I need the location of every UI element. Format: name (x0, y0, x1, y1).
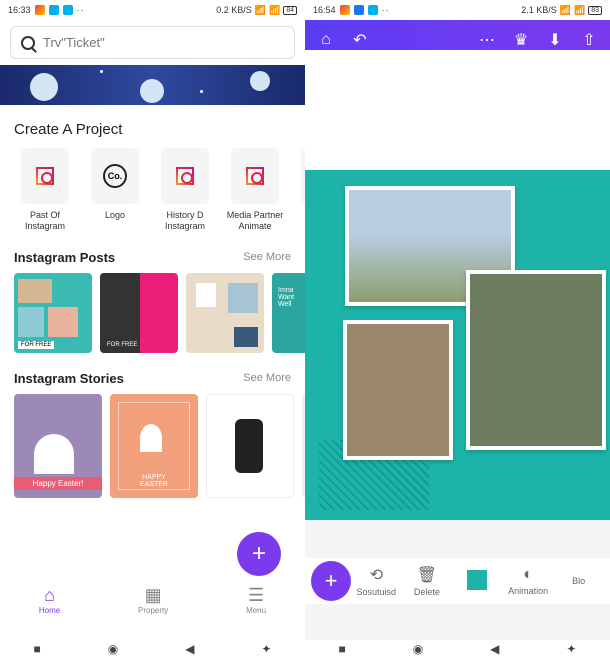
replace-tool[interactable]: ⟲ Sosutuisd (351, 565, 402, 597)
plus-icon: + (252, 540, 266, 568)
editor-screen: 16:54 ·· 2.1 KB/S 📶 📶 83 ⌂ ↶ ⋯ ♛ ⬇ ⇧ (305, 0, 610, 640)
create-fab[interactable]: + (237, 532, 281, 576)
template-card[interactable]: FOR FREE (100, 273, 178, 353)
see-more-stories[interactable]: See More (243, 372, 291, 384)
battery-indicator: 84 (283, 6, 297, 15)
more-options-button[interactable]: ⋯ (478, 31, 496, 49)
back-button[interactable]: ◀ (185, 642, 194, 656)
posts-templates-row[interactable]: FOR FREE FOR FREE Imna Want Well (0, 273, 305, 353)
design-canvas[interactable] (305, 170, 610, 520)
status-bar: 16:33 ·· 0.2 KB/S 📶 📶 84 (0, 0, 305, 20)
promo-banner[interactable] (0, 65, 305, 105)
status-time: 16:54 (313, 5, 336, 15)
search-bar[interactable] (10, 26, 295, 59)
facebook-icon (354, 5, 364, 15)
signal-icon: 📶 (255, 5, 266, 16)
plus-icon: + (325, 568, 338, 594)
free-tag: FOR FREE (104, 341, 140, 349)
wifi-icon: 📶 (269, 5, 280, 16)
download-button[interactable]: ⬇ (546, 31, 564, 49)
photo-element-3[interactable] (343, 320, 453, 460)
stories-templates-row[interactable]: Happy Easter! HAPPY EASTER (0, 394, 305, 498)
replace-icon: ⟲ (351, 565, 402, 585)
undo-button[interactable]: ↶ (351, 31, 369, 49)
gmail-icon (35, 5, 45, 15)
app-icon (63, 5, 73, 15)
project-more[interactable]: P (294, 148, 305, 232)
template-card[interactable]: Happy Easter! (14, 394, 102, 498)
grid-icon: ▦ (138, 585, 168, 606)
network-speed: 0.2 KB/S (216, 5, 252, 15)
project-animated[interactable]: Media Partner Animate (224, 148, 286, 232)
wifi-icon: 📶 (574, 5, 585, 16)
battery-indicator: 83 (588, 6, 602, 15)
gmail-icon (340, 5, 350, 15)
animation-icon: ◐ (503, 566, 554, 584)
color-swatch (467, 570, 487, 590)
home-icon: ⌂ (39, 585, 60, 606)
logo-icon: Co. (103, 164, 127, 188)
free-tag: FOR FREE (18, 341, 54, 349)
easter-label: Happy Easter! (14, 477, 102, 490)
bottom-nav: ⌂ Home ▦ Property ☰ Menu (0, 578, 305, 622)
easter-label: HAPPY EASTER (110, 474, 198, 488)
system-nav: ■ ◉ ◀ ✦ ■ ◉ ◀ ✦ (0, 640, 610, 658)
status-time: 16:33 (8, 5, 31, 15)
create-project-title: Create A Project (14, 121, 291, 138)
back-button[interactable]: ◀ (490, 642, 499, 656)
instagram-icon (246, 167, 264, 185)
template-card[interactable]: HAPPY EASTER (110, 394, 198, 498)
nav-menu[interactable]: ☰ Menu (246, 585, 266, 615)
nav-home[interactable]: ⌂ Home (39, 585, 60, 615)
project-row[interactable]: Past Of Instagram Co. Logo History D Ins… (0, 148, 305, 232)
accessibility-button[interactable]: ✦ (261, 642, 271, 656)
menu-icon: ☰ (246, 585, 266, 606)
more-notifications-icon: ·· (77, 5, 85, 15)
add-element-fab[interactable]: + (311, 561, 351, 601)
premium-button[interactable]: ♛ (512, 31, 530, 49)
home-button[interactable]: ⌂ (317, 31, 335, 49)
skype-icon (368, 5, 378, 15)
animation-tool[interactable]: ◐ Animation (503, 566, 554, 596)
instagram-icon (176, 167, 194, 185)
accessibility-button[interactable]: ✦ (566, 642, 576, 656)
search-icon (21, 36, 35, 50)
more-notifications-icon: ·· (382, 5, 390, 15)
skype-icon (49, 5, 59, 15)
template-card[interactable] (186, 273, 264, 353)
nav-property[interactable]: ▦ Property (138, 585, 168, 615)
home-button[interactable]: ◉ (108, 642, 118, 656)
search-input[interactable] (43, 35, 284, 50)
photo-element-2[interactable] (466, 270, 606, 450)
signal-icon: 📶 (560, 5, 571, 16)
editor-toolbar: + ⟲ Sosutuisd 🗑 Delete ◐ Animation Blo (305, 558, 610, 604)
instagram-stories-title: Instagram Stories (14, 371, 124, 386)
share-button[interactable]: ⇧ (580, 31, 598, 49)
template-card[interactable]: Imna Want Well (272, 273, 305, 353)
template-card[interactable] (206, 394, 294, 498)
block-tool[interactable]: Blo (553, 576, 604, 586)
instagram-icon (36, 167, 54, 185)
delete-tool[interactable]: 🗑 Delete (402, 565, 453, 597)
instagram-posts-title: Instagram Posts (14, 250, 115, 265)
recent-apps-button[interactable]: ■ (33, 642, 40, 656)
project-logo[interactable]: Co. Logo (84, 148, 146, 232)
network-speed: 2.1 KB/S (521, 5, 557, 15)
color-tool[interactable] (452, 570, 503, 592)
template-card[interactable]: FOR FREE (14, 273, 92, 353)
recent-apps-button[interactable]: ■ (338, 642, 345, 656)
trash-icon: 🗑 (402, 565, 453, 585)
status-bar: 16:54 ·· 2.1 KB/S 📶 📶 83 (305, 0, 610, 20)
template-browser-screen: 16:33 ·· 0.2 KB/S 📶 📶 84 Create A Projec… (0, 0, 305, 640)
home-button[interactable]: ◉ (413, 642, 423, 656)
project-instagram-story[interactable]: History D Instagram (154, 148, 216, 232)
project-instagram-post[interactable]: Past Of Instagram (14, 148, 76, 232)
see-more-posts[interactable]: See More (243, 251, 291, 263)
